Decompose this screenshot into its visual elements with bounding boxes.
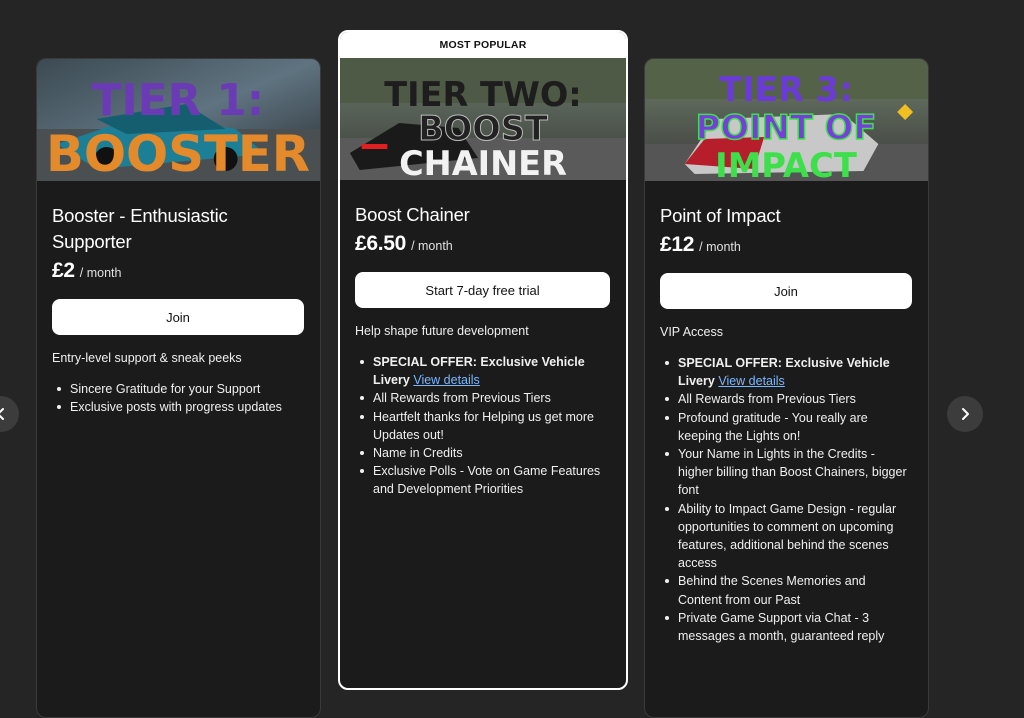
tier-description: VIP Access (660, 325, 723, 339)
tier-name: Boost Chainer (355, 204, 470, 225)
join-button[interactable]: Join (52, 299, 304, 335)
benefit-item: Your Name in Lights in the Credits - hig… (660, 445, 912, 500)
tier-name: Booster - Enthusiastic Supporter (52, 205, 228, 252)
benefit-item: All Rewards from Previous Tiers (660, 390, 912, 408)
most-popular-badge: MOST POPULAR (340, 32, 626, 58)
price-row: £12 / month (660, 233, 912, 261)
banner-title-line: TIER 3: (719, 70, 852, 109)
tier-name: Point of Impact (660, 205, 781, 226)
tier-card-booster: TIER 1: BOOSTER Booster - Enthusiastic S… (36, 58, 321, 718)
bullet-icon (57, 387, 61, 391)
tier-banner-image: TIER 1: BOOSTER (37, 59, 320, 181)
bullet-icon (665, 397, 669, 402)
benefit-item: Exclusive posts with progress updates (52, 398, 304, 416)
benefit-item: Profound gratitude - You really are keep… (660, 409, 912, 445)
benefit-item-special-offer: SPECIAL OFFER: Exclusive Vehicle Livery … (660, 354, 912, 390)
carousel-next-button[interactable] (947, 396, 983, 432)
tier-price: £6.50 (355, 232, 407, 255)
tier-price: £12 (660, 233, 695, 256)
benefit-item: Behind the Scenes Memories and Content f… (660, 572, 912, 608)
tier-card-point-of-impact: TIER 3: POINT OF IMPACT Point of Impact … (644, 58, 929, 718)
bullet-icon (665, 452, 669, 457)
bullet-icon (665, 615, 669, 620)
bullet-icon (665, 579, 669, 584)
tier-card-boost-chainer: MOST POPULAR TIER TWO: BOOST CHAINER Boo… (338, 30, 628, 690)
benefits-list: SPECIAL OFFER: Exclusive Vehicle Livery … (355, 353, 610, 499)
chevron-left-icon (0, 408, 4, 420)
bullet-icon (665, 361, 669, 365)
tier-banner-image: TIER TWO: BOOST CHAINER (340, 58, 626, 180)
banner-title-line: TIER 1: (92, 75, 265, 126)
benefits-list: SPECIAL OFFER: Exclusive Vehicle Livery … (660, 354, 912, 645)
bullet-icon (360, 451, 364, 456)
price-row: £2 / month (52, 259, 304, 287)
benefits-list: Sincere Gratitude for your Support Exclu… (52, 380, 304, 416)
benefit-item: Private Game Support via Chat - 3 messag… (660, 609, 912, 645)
benefit-item: Ability to Impact Game Design - regular … (660, 500, 912, 573)
bullet-icon (57, 405, 61, 410)
bullet-icon (360, 414, 364, 419)
view-details-link[interactable]: View details (718, 374, 784, 388)
price-period: / month (79, 266, 122, 280)
bullet-icon (360, 469, 364, 474)
benefit-item: Name in Credits (355, 444, 610, 462)
bullet-icon (360, 360, 364, 364)
banner-title-line: BOOSTER (46, 125, 310, 181)
start-trial-button[interactable]: Start 7-day free trial (355, 272, 610, 308)
bullet-icon (665, 415, 669, 420)
bullet-icon (665, 506, 669, 511)
tier-price: £2 (52, 259, 75, 282)
banner-title-line: POINT OF (696, 108, 877, 147)
join-button[interactable]: Join (660, 273, 912, 309)
benefit-item: Heartfelt thanks for Helping us get more… (355, 408, 610, 444)
tier-description: Entry-level support & sneak peeks (52, 351, 242, 365)
benefit-item: All Rewards from Previous Tiers (355, 389, 610, 407)
price-period: / month (411, 239, 453, 253)
benefit-item: Sincere Gratitude for your Support (52, 380, 304, 398)
banner-title-line: BOOST (418, 109, 548, 148)
view-details-link[interactable]: View details (413, 373, 479, 387)
benefit-item-special-offer: SPECIAL OFFER: Exclusive Vehicle Livery … (355, 353, 610, 389)
price-row: £6.50 / month (355, 232, 610, 260)
carousel-prev-button[interactable] (0, 396, 19, 432)
benefit-item: Exclusive Polls - Vote on Game Features … (355, 462, 610, 498)
chevron-right-icon (962, 408, 969, 420)
tier-banner-image: TIER 3: POINT OF IMPACT (645, 59, 928, 181)
banner-title-line: CHAINER (399, 144, 567, 180)
price-period: / month (699, 240, 741, 254)
tier-description: Help shape future development (355, 324, 529, 338)
bullet-icon (360, 396, 364, 401)
banner-title-line: IMPACT (715, 146, 857, 181)
